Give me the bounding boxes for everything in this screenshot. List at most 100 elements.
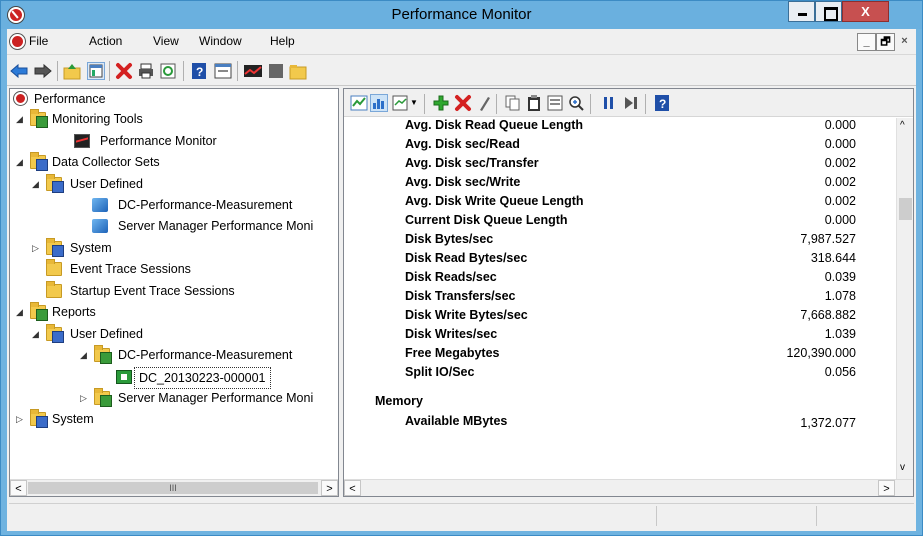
menu-view[interactable]: View xyxy=(153,34,179,48)
expanded-triangle-icon[interactable]: ◢ xyxy=(32,324,41,344)
counter-name: Disk Writes/sec xyxy=(405,327,498,341)
expanded-triangle-icon[interactable]: ◢ xyxy=(16,152,25,172)
expanded-triangle-icon[interactable]: ◢ xyxy=(16,302,25,322)
tree-node-server-manager-perf-monitor[interactable]: Server Manager Performance Moni xyxy=(14,216,338,236)
menu-action[interactable]: Action xyxy=(89,34,122,48)
collapsed-triangle-icon[interactable]: ▷ xyxy=(16,409,25,429)
menu-window[interactable]: Window xyxy=(199,34,242,48)
scroll-down-button[interactable]: v xyxy=(900,462,905,473)
minimize-button[interactable] xyxy=(788,1,815,22)
tree-node-event-trace-sessions[interactable]: Event Trace Sessions xyxy=(14,259,314,279)
mdi-close-button[interactable]: × xyxy=(895,33,914,51)
window-title: Performance Monitor xyxy=(391,6,532,23)
highlight-icon[interactable] xyxy=(475,94,493,112)
scroll-left-button[interactable]: < xyxy=(344,480,361,496)
scroll-left-button[interactable]: < xyxy=(10,480,27,496)
tree-node-performance-monitor[interactable]: Performance Monitor xyxy=(14,131,314,151)
tree-node-reports[interactable]: ◢ Reports xyxy=(14,302,314,322)
tree-node-label: Startup Event Trace Sessions xyxy=(70,284,235,298)
menu-help[interactable]: Help xyxy=(270,34,295,48)
show-hide-console-tree-icon[interactable] xyxy=(87,62,105,80)
zoom-icon[interactable] xyxy=(567,94,585,112)
properties-icon[interactable] xyxy=(214,62,232,80)
toolbar-separator xyxy=(590,94,591,114)
startup-event-trace-folder-icon xyxy=(46,281,62,298)
freeze-display-icon[interactable] xyxy=(600,94,618,112)
report-pane: ▼ ? Avg. Disk Read Queue Length 0.000 Av… xyxy=(343,88,914,497)
expanded-triangle-icon[interactable]: ◢ xyxy=(16,109,25,129)
reports-folder-icon xyxy=(30,302,48,321)
tree-node-reports-server-manager[interactable]: ▷ Server Manager Performance Moni xyxy=(14,388,338,408)
stop-icon[interactable] xyxy=(267,62,285,80)
performance-monitor-window: Performance Monitor X File Action View W… xyxy=(0,0,923,536)
tree-node-dc-performance-measurement[interactable]: DC-Performance-Measurement xyxy=(14,195,334,215)
svg-text:?: ? xyxy=(196,65,203,79)
title-bar[interactable]: Performance Monitor X xyxy=(1,1,922,29)
delete-counter-icon[interactable] xyxy=(454,94,472,112)
report-vertical-scrollbar[interactable]: ^ v xyxy=(896,118,913,480)
tree-node-label: Event Trace Sessions xyxy=(70,262,191,276)
counter-value: 0.002 xyxy=(824,194,856,208)
close-button[interactable]: X xyxy=(842,1,889,22)
new-folder-icon[interactable] xyxy=(289,62,307,80)
scroll-thumb[interactable] xyxy=(899,198,912,220)
toolbar-separator xyxy=(183,61,184,81)
tree-node-label: System xyxy=(70,241,112,255)
copy-properties-icon[interactable] xyxy=(504,94,522,112)
view-report-icon[interactable] xyxy=(392,94,410,112)
paste-counter-list-icon[interactable] xyxy=(525,94,543,112)
menu-file[interactable]: File xyxy=(29,34,48,48)
add-counter-icon[interactable] xyxy=(432,94,450,112)
tree-node-dcs-user-defined[interactable]: ◢ User Defined xyxy=(14,174,314,194)
tree-node-monitoring-tools[interactable]: ◢ Monitoring Tools xyxy=(14,109,314,129)
performance-root-icon xyxy=(14,92,27,105)
maximize-button[interactable] xyxy=(815,1,842,22)
view-graph-icon[interactable] xyxy=(350,94,368,112)
scroll-up-button[interactable]: ^ xyxy=(900,120,905,131)
collapsed-triangle-icon[interactable]: ▷ xyxy=(32,238,41,258)
tree-node-label: System xyxy=(52,412,94,426)
toolbar-separator xyxy=(57,61,58,81)
back-arrow-icon[interactable] xyxy=(9,62,28,80)
counter-name: Avg. Disk sec/Read xyxy=(405,137,520,151)
tree-node-reports-user-defined[interactable]: ◢ User Defined xyxy=(14,324,314,344)
counter-value: 7,668.882 xyxy=(800,308,856,322)
mdi-system-menu-icon[interactable] xyxy=(10,34,25,49)
up-folder-icon[interactable] xyxy=(63,62,81,80)
mdi-restore-button[interactable]: 🗗 xyxy=(876,33,895,51)
tree-node-reports-system[interactable]: ▷ System xyxy=(14,409,314,429)
scroll-right-button[interactable]: > xyxy=(321,480,338,496)
counter-value: 1.039 xyxy=(824,327,856,341)
report-folder-icon xyxy=(94,388,112,407)
update-data-icon[interactable] xyxy=(622,94,640,112)
performance-chart-icon[interactable] xyxy=(243,62,262,80)
help-icon[interactable]: ? xyxy=(653,94,671,112)
report-icon xyxy=(116,370,132,384)
expanded-triangle-icon[interactable]: ◢ xyxy=(32,174,41,194)
memory-section-heading: Memory xyxy=(375,394,423,408)
tree-node-startup-event-trace-sessions[interactable]: Startup Event Trace Sessions xyxy=(14,281,314,301)
view-histogram-icon[interactable] xyxy=(370,94,388,112)
scroll-thumb[interactable]: III xyxy=(28,482,318,494)
print-icon[interactable] xyxy=(137,62,155,80)
report-horizontal-scrollbar[interactable]: < > xyxy=(344,479,913,496)
forward-arrow-icon[interactable] xyxy=(33,62,52,80)
tree-node-label: Reports xyxy=(52,305,96,319)
chevron-down-icon[interactable]: ▼ xyxy=(410,94,420,112)
properties-icon[interactable] xyxy=(546,94,564,112)
scroll-right-button[interactable]: > xyxy=(878,480,895,496)
tree-node-label: Server Manager Performance Moni xyxy=(118,219,314,233)
tree-node-data-collector-sets[interactable]: ◢ Data Collector Sets xyxy=(14,152,314,172)
tree-node-dc-20130223-000001[interactable]: DC_20130223-000001 xyxy=(14,367,314,389)
toolbar-separator xyxy=(496,94,497,114)
counter-name: Split IO/Sec xyxy=(405,365,475,379)
help-icon[interactable]: ? xyxy=(190,62,208,80)
mdi-minimize-button[interactable]: _ xyxy=(857,33,876,51)
tree-node-dcs-system[interactable]: ▷ System xyxy=(14,238,314,258)
tree-horizontal-scrollbar[interactable]: < III > xyxy=(10,479,338,496)
delete-icon[interactable] xyxy=(115,62,133,80)
tree-node-reports-dc-performance-measurement[interactable]: ◢ DC-Performance-Measurement xyxy=(14,345,334,365)
expanded-triangle-icon[interactable]: ◢ xyxy=(80,345,89,365)
collapsed-triangle-icon[interactable]: ▷ xyxy=(80,388,89,408)
refresh-icon[interactable] xyxy=(159,62,177,80)
